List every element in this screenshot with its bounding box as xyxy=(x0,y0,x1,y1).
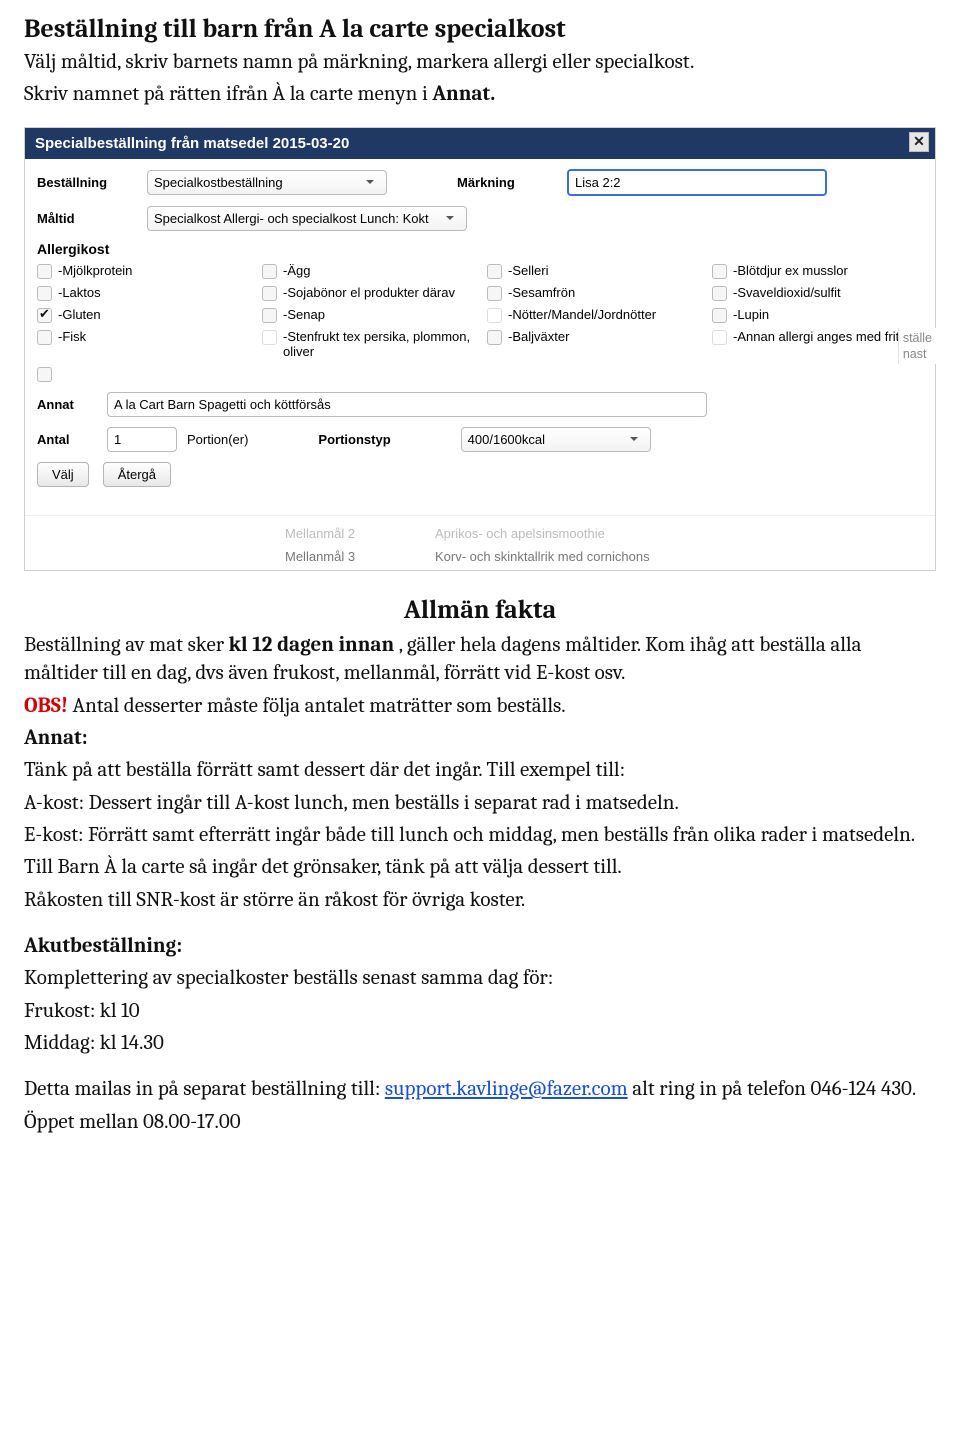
dialog-screenshot: Specialbeställning från matsedel 2015-03… xyxy=(24,127,936,571)
markning-input[interactable] xyxy=(567,169,827,196)
open-hours: Öppet mellan 08.00-17.00 xyxy=(24,1108,936,1136)
allergi-grid: -Mjölkprotein -Ägg -Selleri -Blötdjur ex… xyxy=(37,263,923,382)
bg-mellanmal2-value: Aprikos- och apelsinsmoothie xyxy=(435,526,605,541)
portion-label: Portion(er) xyxy=(187,432,248,447)
cb-agg[interactable]: -Ägg xyxy=(262,263,473,279)
cb-laktos[interactable]: -Laktos xyxy=(37,285,248,301)
bg-right-snippet: ställe nast xyxy=(898,328,936,365)
cb-mjolkprotein[interactable]: -Mjölkprotein xyxy=(37,263,248,279)
cb-senap[interactable]: -Senap xyxy=(262,307,473,323)
akut-p2: Frukost: kl 10 xyxy=(24,997,936,1025)
fakta-p1: Beställning av mat sker kl 12 dagen inna… xyxy=(24,631,936,688)
cb-gluten[interactable]: -Gluten xyxy=(37,307,248,323)
close-icon[interactable]: ✕ xyxy=(909,132,929,152)
fakta-obs: OBS! Antal desserter måste följa antalet… xyxy=(24,692,936,720)
fakta-p3: A-kost: Dessert ingår till A-kost lunch,… xyxy=(24,789,936,817)
fakta-p6: Råkosten till SNR-kost är större än råko… xyxy=(24,886,936,914)
maltid-select[interactable]: Specialkost Allergi- och specialkost Lun… xyxy=(147,206,467,231)
doc-intro-2b: Annat. xyxy=(432,82,495,106)
cb-fisk[interactable]: -Fisk xyxy=(37,329,248,360)
portionstyp-label: Portionstyp xyxy=(318,432,390,447)
annat-label: Annat xyxy=(37,397,97,412)
aterga-button[interactable]: Återgå xyxy=(103,462,171,487)
mail-line: Detta mailas in på separat beställning t… xyxy=(24,1075,936,1103)
maltid-label: Måltid xyxy=(37,211,137,226)
annat-input[interactable] xyxy=(107,392,707,417)
annat-heading: Annat: xyxy=(24,724,936,752)
cb-sesamfron[interactable]: -Sesamfrön xyxy=(487,285,698,301)
doc-intro-1: Välj måltid, skriv barnets namn på märkn… xyxy=(24,48,936,76)
cb-blotdjur[interactable]: -Blötdjur ex musslor xyxy=(712,263,923,279)
allergikost-title: Allergikost xyxy=(37,241,923,257)
dialog-title: Specialbeställning från matsedel 2015-03… xyxy=(35,135,349,152)
bg-mellanmal3-value: Korv- och skinktallrik med cornichons xyxy=(435,549,650,564)
fakta-p2: Tänk på att beställa förrätt samt desser… xyxy=(24,756,936,784)
cb-svaveldioxid[interactable]: -Svaveldioxid/sulfit xyxy=(712,285,923,301)
valj-button[interactable]: Välj xyxy=(37,462,89,487)
doc-title: Beställning till barn från A la carte sp… xyxy=(24,14,936,44)
dialog-header: Specialbeställning från matsedel 2015-03… xyxy=(25,128,935,159)
cb-stenfrukt[interactable]: -Stenfrukt tex persika, plommon, oliver xyxy=(262,329,473,360)
fakta-p5: Till Barn À la carte så ingår det grönsa… xyxy=(24,853,936,881)
doc-intro-2: Skriv namnet på rätten ifrån À la carte … xyxy=(24,80,936,108)
doc-intro-2a: Skriv namnet på rätten ifrån À la carte … xyxy=(24,82,432,106)
antal-label: Antal xyxy=(37,432,97,447)
cb-empty[interactable] xyxy=(37,366,248,382)
cb-sojabonor[interactable]: -Sojabönor el produkter därav xyxy=(262,285,473,301)
bg-mellanmal3-label: Mellanmål 3 xyxy=(285,549,395,564)
bg-menu-rows: Mellanmål 2 Aprikos- och apelsinsmoothie… xyxy=(25,515,935,570)
cb-selleri[interactable]: -Selleri xyxy=(487,263,698,279)
bestallning-select[interactable]: Specialkostbeställning xyxy=(147,170,387,195)
akut-p1: Komplettering av specialkoster beställs … xyxy=(24,964,936,992)
portionstyp-select[interactable]: 400/1600kcal xyxy=(461,427,651,452)
markning-label: Märkning xyxy=(457,175,557,190)
cb-notter[interactable]: -Nötter/Mandel/Jordnötter xyxy=(487,307,698,323)
akut-heading: Akutbeställning: xyxy=(24,932,936,960)
antal-input[interactable] xyxy=(107,427,177,452)
cb-baljvaxter[interactable]: -Baljväxter xyxy=(487,329,698,360)
fakta-p4: E-kost: Förrätt samt efterrätt ingår båd… xyxy=(24,821,936,849)
akut-p3: Middag: kl 14.30 xyxy=(24,1029,936,1057)
bestallning-label: Beställning xyxy=(37,175,137,190)
cb-lupin[interactable]: -Lupin xyxy=(712,307,923,323)
allman-fakta-heading: Allmän fakta xyxy=(24,595,936,625)
cb-annan-allergi[interactable]: -Annan allergi anges med fritext xyxy=(712,329,923,360)
support-mail-link[interactable]: support.kavlinge@fazer.com xyxy=(385,1077,628,1101)
bg-mellanmal2-label: Mellanmål 2 xyxy=(285,526,395,541)
